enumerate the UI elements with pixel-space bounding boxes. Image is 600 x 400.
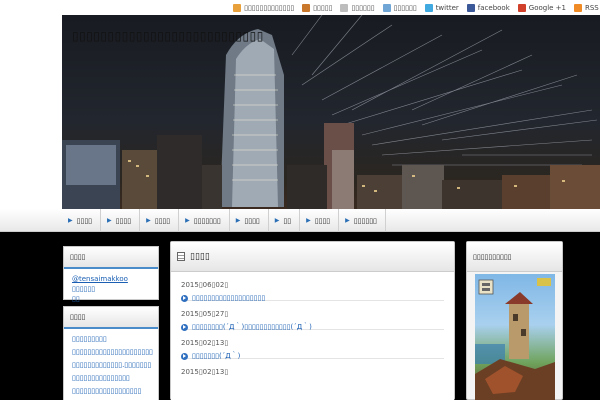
post-item: 2015▯02▯13▯ ▯▯▯▯▯▯▯(´Д｀) [181, 330, 444, 360]
nav-item[interactable]: ▶ ▯▯▯▯ [230, 209, 269, 232]
arrow-circle-icon [181, 323, 188, 331]
arrow-circle-icon [181, 294, 188, 302]
top-link-label: RSS [585, 3, 599, 12]
profile-text: ▯▯▯▯▯▯ [72, 285, 96, 293]
post-item: 2015▯06▯02▯ ▯▯▯▯▯▯▯▯▯▯▯▯▯▯▯▯▯▯▯ [181, 272, 444, 302]
top-link-label: ▯▯▯▯▯▯ [351, 3, 375, 12]
city-night-photo [62, 15, 600, 209]
profile-icon [302, 3, 311, 12]
post-date: 2015▯06▯02▯ [181, 281, 229, 289]
twitter-icon [424, 3, 433, 12]
sidebar-link[interactable]: ▯▯▯▯▯▯▯▯▯▯▯▯▯▯▯▯▯▯▯▯▯ [72, 346, 153, 359]
top-link-label: Google +1 [528, 3, 566, 12]
triangle-right-icon: ▶ [68, 217, 73, 224]
header-image[interactable]: ▯▯▯▯▯▯▯▯▯▯▯▯▯▯▯▯▯▯▯▯▯▯▯▯▯▯▯ [62, 15, 600, 209]
triangle-right-icon: ▶ [146, 217, 151, 224]
top-link-facebook[interactable]: facebook [466, 3, 510, 12]
top-link-twitter[interactable]: twitter [424, 3, 459, 12]
global-nav: ▶ ▯▯▯▯ ▶ ▯▯▯▯ ▶ ▯▯▯▯ ▶ ▯▯▯▯▯▯▯ ▶ ▯▯▯▯ ▶ ▯▯ ▶ ▯▯… [62, 209, 600, 232]
nav-left-margin [0, 209, 62, 232]
home-icon [233, 3, 242, 12]
sidebar-link[interactable]: ▯▯▯▯▯▯▯▯▯▯▯▯▯▯▯▯▯▯ [72, 385, 150, 398]
triangle-right-icon: ▶ [185, 217, 190, 224]
nav-item-label: ▯▯▯▯ [76, 216, 93, 225]
post-title: ▯▯▯▯▯▯▯▯(´Д｀)▯▯▯▯▯▯▯▯▯▯▯▯(´Д｀) [192, 323, 312, 331]
nav-item-label: ▯▯▯▯▯▯▯ [193, 216, 221, 225]
top-link-label: facebook [477, 3, 510, 12]
header-left-margin [0, 15, 62, 209]
post-date: 2015▯05▯27▯ [181, 310, 229, 318]
nav-item[interactable]: ▶ ▯▯▯▯▯▯▯ [179, 209, 230, 232]
triangle-right-icon: ▶ [345, 217, 350, 224]
post-title: ▯▯▯▯▯▯▯▯▯▯▯▯▯▯▯▯▯▯▯ [192, 294, 266, 302]
nav-item-label: ▯▯▯▯ [314, 216, 331, 225]
sidebar-box-profile: ▯▯▯▯ @tensaimakkoo ▯▯▯▯▯▯ ▯▯ [63, 246, 159, 303]
nav-item-label: ▯▯▯▯ [154, 216, 171, 225]
nav-item-label: ▯▯▯▯ [244, 216, 260, 225]
post-list: 2015▯06▯02▯ ▯▯▯▯▯▯▯▯▯▯▯▯▯▯▯▯▯▯▯ 2015▯05▯… [171, 272, 454, 400]
nav-item[interactable]: ▶ ▯▯ [269, 209, 301, 232]
nav-item[interactable]: ▶ ▯▯▯▯ [101, 209, 141, 232]
nav-item-label: ▯▯▯▯▯▯ [353, 216, 377, 225]
right-sidebar: ▯▯▯▯▯▯▯▯▯▯ [466, 241, 563, 400]
main-panel-title: ▯▯▯▯ [190, 251, 210, 262]
top-link-google-plus[interactable]: Google +1 [517, 3, 566, 12]
ad-game-artwork [475, 278, 555, 400]
post-title: ▯▯▯▯▯▯▯(´Д｀) [192, 352, 241, 360]
top-link-rss[interactable]: RSS [574, 3, 599, 12]
sidebar-box-links: ▯▯▯▯ ▯▯▯▯▯▯▯▯▯ ▯▯▯▯▯▯▯▯▯▯▯▯▯▯▯▯▯▯▯▯▯ ▯▯▯… [63, 306, 159, 400]
twitter-handle-link[interactable]: @tensaimakkoo [72, 275, 128, 283]
main-panel-header: ▯▯▯▯ [171, 242, 454, 272]
sidebar-box-body: ▯▯▯▯▯▯▯▯▯ ▯▯▯▯▯▯▯▯▯▯▯▯▯▯▯▯▯▯▯▯▯ ▯▯▯▯▯▯▯▯… [64, 329, 158, 400]
top-link-mail[interactable]: ▯▯▯▯▯▯ [340, 3, 375, 12]
top-link-home[interactable]: ▯▯▯▯▯▯▯▯▯▯▯▯▯ [233, 3, 295, 12]
nav-item[interactable]: ▶ ▯▯▯▯ [300, 209, 340, 232]
triangle-right-icon: ▶ [235, 217, 241, 224]
post-date: 2015▯02▯13▯ [181, 368, 229, 376]
triangle-right-icon: ▶ [107, 217, 112, 224]
top-link-label: ▯▯▯▯▯ [313, 3, 333, 12]
nav-item-label: ▯▯▯▯ [115, 216, 132, 225]
rss-icon [574, 3, 582, 12]
post-item: 2015▯05▯27▯ ▯▯▯▯▯▯▯▯(´Д｀)▯▯▯▯▯▯▯▯▯▯▯▯(´Д… [181, 301, 444, 331]
left-sidebar: ▯▯▯▯ @tensaimakkoo ▯▯▯▯▯▯ ▯▯ ▯▯▯▯ ▯▯▯▯▯▯… [63, 246, 159, 400]
sitemap-icon [382, 3, 391, 12]
post-date: 2015▯02▯13▯ [181, 339, 229, 347]
top-link-label: ▯▯▯▯▯▯▯▯▯▯▯▯▯ [244, 3, 295, 12]
top-link-sitemap[interactable]: ▯▯▯▯▯▯ [382, 3, 417, 12]
google-plus-icon [517, 3, 526, 12]
top-link-label: ▯▯▯▯▯▯ [393, 3, 417, 12]
top-link-label: twitter [435, 3, 459, 12]
sidebar-link[interactable]: ▯▯▯▯▯▯▯▯▯ [72, 333, 150, 346]
nav-item-label: ▯▯ [283, 216, 292, 225]
sidebar-box-title: ▯▯▯▯ [64, 307, 158, 329]
triangle-right-icon: ▶ [306, 217, 311, 224]
site-title[interactable]: ▯▯▯▯▯▯▯▯▯▯▯▯▯▯▯▯▯▯▯▯▯▯▯▯▯▯▯ [72, 29, 264, 43]
sidebar-link[interactable]: ▯▯▯▯▯▯▯▯▯▯▯▯▯▯▯ [72, 372, 150, 385]
sidebar-box-title: ▯▯▯▯▯▯▯▯▯▯ [467, 242, 562, 272]
sidebar-box-body: @tensaimakkoo ▯▯▯▯▯▯ ▯▯ [64, 269, 158, 303]
facebook-icon [466, 3, 475, 12]
advertisement-banner[interactable] [475, 274, 555, 400]
profile-text-line2: ▯▯ [72, 295, 80, 303]
sidebar-link[interactable]: ▯▯▯▯▯▯▯▯▯▯▯▯▯.▯▯▯▯▯▯▯ [72, 359, 151, 372]
main-panel: ▯▯▯▯ 2015▯06▯02▯ ▯▯▯▯▯▯▯▯▯▯▯▯▯▯▯▯▯▯▯ 201… [170, 241, 455, 400]
arrow-circle-icon [181, 352, 188, 360]
post-item: 2015▯02▯13▯ [181, 359, 444, 388]
top-link-profile[interactable]: ▯▯▯▯▯ [302, 3, 333, 12]
nav-item[interactable]: ▶ ▯▯▯▯▯▯ [339, 209, 386, 232]
nav-item[interactable]: ▶ ▯▯▯▯ [140, 209, 180, 232]
mail-icon [340, 3, 349, 12]
document-icon [177, 252, 185, 261]
triangle-right-icon: ▶ [274, 217, 280, 224]
top-links: ▯▯▯▯▯▯▯▯▯▯▯▯▯ ▯▯▯▯▯ ▯▯▯▯▯▯ ▯▯▯▯▯▯ twitte… [233, 0, 599, 15]
nav-item[interactable]: ▶ ▯▯▯▯ [62, 209, 102, 232]
top-bar: ▯▯▯▯▯▯▯▯▯▯▯▯▯ ▯▯▯▯▯ ▯▯▯▯▯▯ ▯▯▯▯▯▯ twitte… [0, 0, 600, 15]
sidebar-box-title: ▯▯▯▯ [64, 247, 158, 269]
